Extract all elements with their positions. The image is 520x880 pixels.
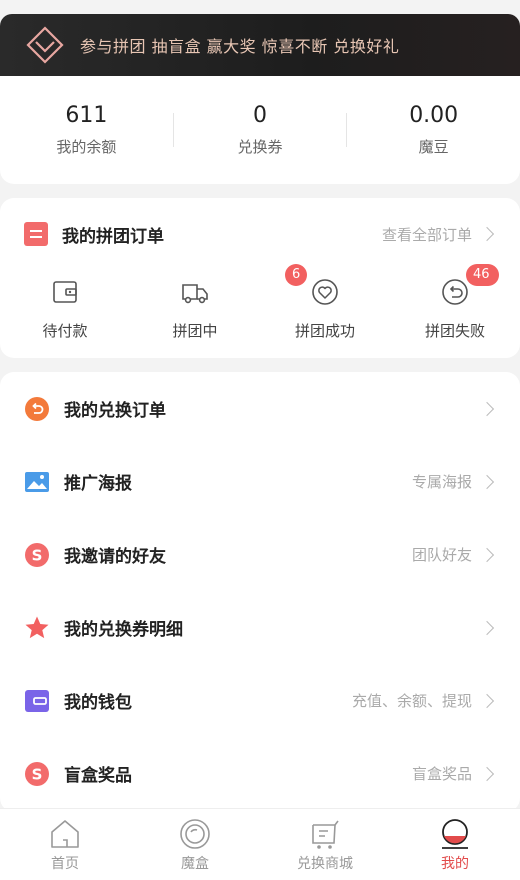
menu-subtitle: 盲盒奖品 (411, 765, 472, 783)
star-icon (25, 616, 49, 638)
order-status-label: 拼团失败 (424, 322, 485, 340)
cart-icon (312, 820, 339, 849)
svg-text:S: S (32, 546, 43, 564)
order-status-failed[interactable]: 46 拼团失败 (390, 264, 520, 341)
diamond-logo-icon (26, 26, 64, 64)
order-list-icon (24, 222, 48, 246)
chevron-right-icon (479, 547, 495, 562)
order-status-label: 拼团中 (172, 322, 218, 340)
tab-label: 魔盒 (181, 856, 209, 872)
chevron-right-icon (479, 620, 495, 635)
stat-label: 我的余额 (56, 138, 117, 156)
view-all-orders-link[interactable]: 查看全部订单 (382, 224, 472, 245)
account-stats: 611 我的余额 0 兑换券 0.00 魔豆 (0, 76, 520, 184)
chevron-right-icon (479, 226, 495, 242)
order-status-label: 待付款 (42, 322, 88, 340)
tab-label: 我的 (441, 856, 469, 872)
chevron-right-icon (479, 693, 495, 708)
return-icon (442, 279, 468, 305)
menu-subtitle: 团队好友 (411, 546, 472, 564)
menu-item-wallet[interactable]: 我的钱包 充值、余额、提现 (0, 664, 520, 737)
banner-text: 参与拼团 抽盲盒 赢大奖 惊喜不断 兑换好礼 (80, 37, 400, 56)
stat-coupons[interactable]: 0 兑换券 (174, 103, 347, 157)
tab-mine[interactable]: 我的 (390, 809, 520, 880)
menu-title: 推广海报 (64, 474, 132, 494)
group-order-header[interactable]: 我的拼团订单 查看全部订单 (0, 198, 520, 270)
bottom-tab-bar: 首页 魔盒 兑换商城 我的 (0, 808, 520, 880)
menu-title: 我的钱包 (64, 693, 132, 713)
group-order-card: 我的拼团订单 查看全部订单 待付款 6 拼团中 拼团成功 46 拼团失败 (0, 198, 520, 358)
menu-item-blindbox-prizes[interactable]: S 盲盒奖品 盲盒奖品 (0, 737, 520, 810)
stat-value: 0 (253, 103, 267, 128)
order-status-row: 待付款 6 拼团中 25 拼团成功 (0, 264, 520, 341)
stat-label: 兑换券 (237, 138, 283, 156)
menu-title: 盲盒奖品 (64, 766, 132, 786)
image-icon (25, 471, 49, 492)
svg-text:S: S (32, 765, 43, 783)
prize-s-icon: S (25, 761, 49, 786)
order-status-pending-payment[interactable]: 待付款 (0, 270, 130, 341)
order-status-in-group[interactable]: 6 拼团中 (130, 264, 308, 341)
menu-title: 我的兑换券明细 (64, 620, 183, 640)
menu-item-invited-friends[interactable]: S 我邀请的好友 团队好友 (0, 518, 520, 591)
truck-icon (182, 284, 208, 304)
heart-circle-icon (312, 279, 338, 305)
menu-card: 我的兑换订单 推广海报 专属海报 S 我邀请的好友 团队好友 我的兑换券明细 我… (0, 372, 520, 812)
wallet-purple-icon (25, 689, 49, 712)
menu-item-promo-poster[interactable]: 推广海报 专属海报 (0, 445, 520, 518)
badge-count: 46 (466, 264, 497, 286)
stat-beans[interactable]: 0.00 魔豆 (347, 103, 520, 157)
stat-value: 0.00 (409, 103, 459, 128)
order-status-success[interactable]: 25 拼团成功 (260, 264, 499, 341)
menu-subtitle: 专属海报 (411, 473, 472, 491)
menu-title: 我邀请的好友 (64, 547, 166, 567)
tab-home[interactable]: 首页 (0, 809, 130, 880)
stat-balance[interactable]: 611 我的余额 (0, 103, 173, 157)
exchange-order-icon (25, 396, 49, 421)
tab-exchange-mall[interactable]: 兑换商城 (260, 809, 390, 880)
wallet-icon (53, 281, 77, 303)
invite-s-icon: S (25, 542, 49, 567)
tab-magic-box[interactable]: 魔盒 (130, 809, 260, 880)
chevron-right-icon (479, 474, 495, 489)
group-order-title: 我的拼团订单 (62, 226, 164, 247)
chevron-right-icon (479, 401, 495, 416)
profile-icon (442, 819, 468, 849)
stat-label: 魔豆 (418, 138, 449, 156)
chevron-right-icon (479, 766, 495, 781)
tab-label: 首页 (51, 856, 79, 872)
stat-value: 611 (65, 103, 108, 128)
home-icon (51, 820, 79, 848)
promo-banner[interactable]: 参与拼团 抽盲盒 赢大奖 惊喜不断 兑换好礼 (0, 14, 520, 76)
menu-title: 我的兑换订单 (64, 401, 166, 421)
menu-item-exchange-orders[interactable]: 我的兑换订单 (0, 372, 520, 445)
menu-subtitle: 充值、余额、提现 (351, 692, 472, 710)
tab-label: 兑换商城 (297, 856, 353, 872)
menu-item-coupon-details[interactable]: 我的兑换券明细 (0, 591, 520, 664)
magic-box-icon (180, 819, 210, 849)
order-status-label: 拼团成功 (294, 322, 355, 340)
